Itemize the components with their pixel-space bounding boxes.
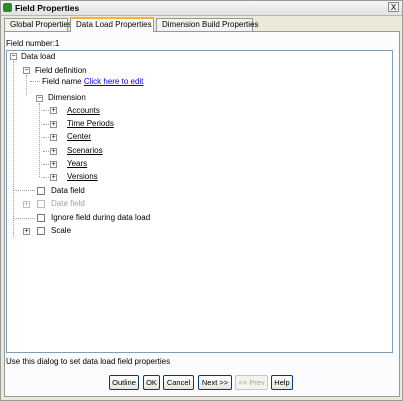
dimension-center[interactable]: Center	[67, 132, 91, 142]
expand-icon[interactable]: +	[50, 174, 57, 181]
field-properties-dialog: Field Properties X Global Properties Dat…	[0, 0, 403, 401]
expand-icon[interactable]: +	[50, 148, 57, 155]
tree-connector	[26, 75, 27, 95]
ignore-field-label: Ignore field during data load	[51, 213, 151, 222]
expand-icon[interactable]: +	[50, 161, 57, 168]
tree-connector	[39, 103, 40, 177]
field-name-edit-link[interactable]: Click here to edit	[84, 77, 144, 86]
tree-connector	[14, 190, 35, 191]
app-icon	[3, 3, 12, 12]
dimension-time-periods[interactable]: Time Periods	[67, 119, 114, 129]
title-bar: Field Properties X	[1, 1, 402, 16]
next-button[interactable]: Next >>	[198, 375, 232, 390]
field-number-label: Field number:1	[6, 39, 60, 48]
tab-global-properties[interactable]: Global Properties	[4, 18, 72, 31]
dimension-accounts[interactable]: Accounts	[67, 106, 100, 116]
status-hint: Use this dialog to set data load field p…	[6, 357, 171, 366]
tab-data-load-properties[interactable]: Data Load Properties	[70, 17, 154, 32]
tab-dimension-build-properties[interactable]: Dimension Build Properties	[156, 18, 259, 31]
collapse-icon[interactable]: −	[36, 95, 43, 102]
dimension-scenarios[interactable]: Scenarios	[67, 146, 103, 156]
date-field-label: Date field	[51, 199, 85, 208]
expand-icon[interactable]: +	[50, 107, 57, 114]
tree-node-field-definition[interactable]: Field definition	[35, 66, 87, 76]
help-button[interactable]: Help	[271, 375, 293, 390]
window-title: Field Properties	[15, 3, 80, 13]
scale-label: Scale	[51, 226, 72, 235]
expand-icon[interactable]: +	[50, 134, 57, 141]
dimension-versions[interactable]: Versions	[67, 172, 98, 182]
expand-icon: +	[23, 201, 30, 208]
tree-connector	[30, 81, 40, 82]
expand-icon[interactable]: +	[23, 228, 30, 235]
collapse-icon[interactable]: −	[23, 67, 30, 74]
tree-connector	[13, 61, 14, 237]
ignore-field-checkbox[interactable]	[37, 214, 45, 222]
date-field-checkbox	[37, 200, 45, 208]
scale-checkbox[interactable]	[37, 227, 45, 235]
tree-connector	[14, 218, 35, 219]
outline-button[interactable]: Outline	[109, 375, 139, 390]
expand-icon[interactable]: +	[50, 121, 57, 128]
properties-tree: − Data load − Field definition Field nam…	[6, 50, 393, 353]
collapse-icon[interactable]: −	[10, 53, 17, 60]
cancel-button[interactable]: Cancel	[163, 375, 194, 390]
ok-button[interactable]: OK	[143, 375, 160, 390]
data-field-label: Data field	[51, 186, 85, 195]
tree-node-data-load[interactable]: Data load	[21, 52, 55, 62]
tree-node-dimension[interactable]: Dimension	[48, 93, 86, 103]
prev-button: << Prev	[235, 375, 268, 390]
dimension-years[interactable]: Years	[67, 159, 87, 169]
data-field-checkbox[interactable]	[37, 187, 45, 195]
close-button[interactable]: X	[388, 2, 399, 12]
field-name-label: Field name	[42, 77, 82, 86]
tree-node-field-name: Field name Click here to edit	[42, 77, 143, 87]
